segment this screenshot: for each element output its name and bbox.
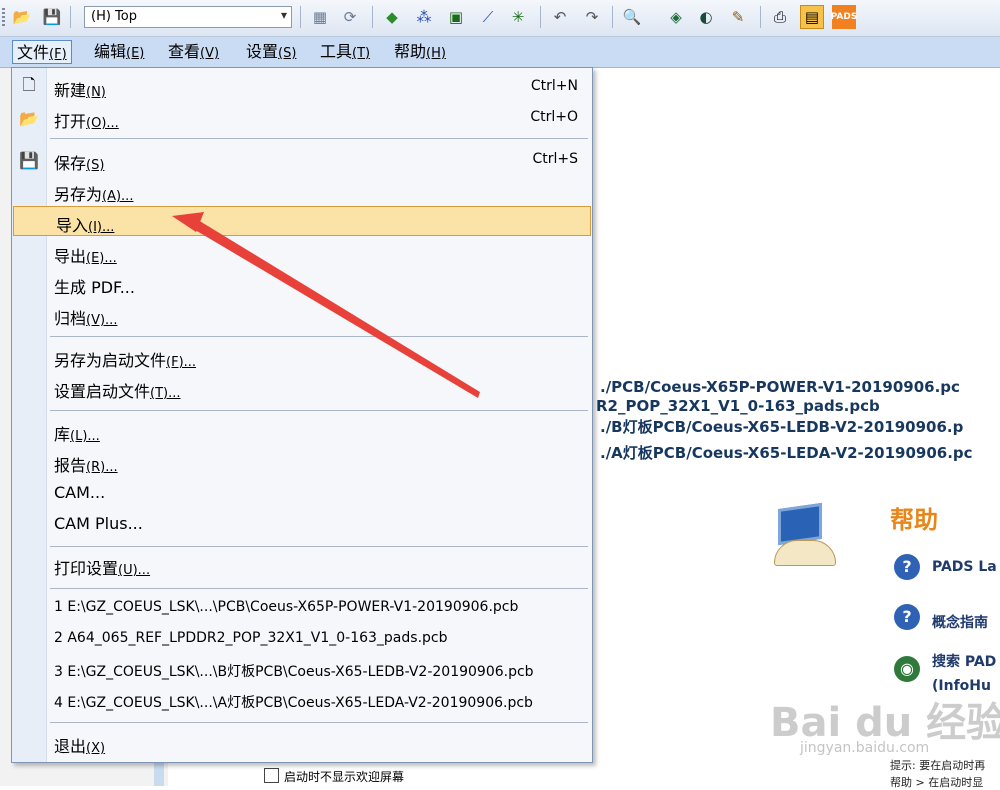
annotation-arrow-shaft [175, 218, 480, 398]
annotation-arrow [172, 212, 480, 398]
